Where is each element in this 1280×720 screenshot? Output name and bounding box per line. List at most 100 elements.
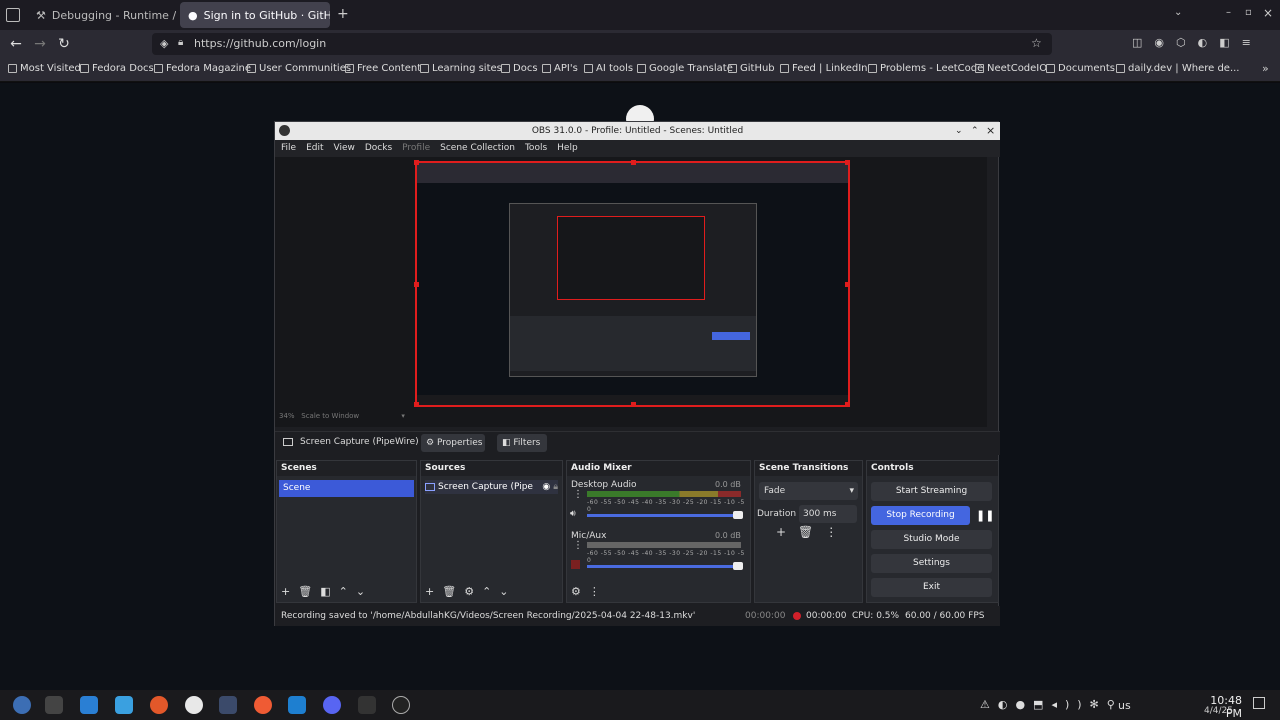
- fedora-menu-icon[interactable]: [13, 696, 31, 714]
- gear-icon[interactable]: ⚙: [571, 585, 581, 598]
- start-streaming-button[interactable]: Start Streaming: [871, 482, 992, 501]
- properties-button[interactable]: ⚙ Properties: [421, 434, 485, 452]
- clock-date[interactable]: 4/4/25: [1195, 706, 1233, 716]
- gear-icon[interactable]: ⚙: [464, 585, 474, 598]
- scene-item[interactable]: Scene: [279, 480, 414, 497]
- trash-icon[interactable]: 🗑︎: [442, 585, 456, 598]
- shield-icon[interactable]: ◈: [160, 37, 168, 50]
- discord-icon[interactable]: [323, 696, 341, 714]
- url-text[interactable]: https://github.com/login: [194, 37, 326, 50]
- keyboard-layout[interactable]: us: [1118, 699, 1131, 712]
- transition-select[interactable]: Fade ▾: [759, 482, 858, 500]
- browser-tab-debugging[interactable]: ⚒ Debugging - Runtime / thi ×: [28, 2, 176, 28]
- close-window-icon[interactable]: ×: [986, 122, 995, 140]
- stop-recording-button[interactable]: Stop Recording: [871, 506, 970, 525]
- menu-scene-collection[interactable]: Scene Collection: [440, 140, 515, 157]
- studio-mode-button[interactable]: Studio Mode: [871, 530, 992, 549]
- show-desktop-icon[interactable]: [1253, 697, 1265, 709]
- bookmark-item[interactable]: GitHub: [728, 63, 775, 74]
- browser-tab-github[interactable]: ● Sign in to GitHub · GitHub ×: [180, 2, 330, 28]
- bookmark-item[interactable]: Docs: [501, 63, 538, 74]
- back-icon[interactable]: ←: [6, 34, 26, 54]
- arrow-down-icon[interactable]: ⌄: [499, 585, 508, 598]
- mic-db: 0.0 dB: [715, 531, 741, 540]
- filter-icon[interactable]: ◧: [320, 585, 330, 598]
- menu-edit[interactable]: Edit: [306, 140, 323, 157]
- bookmark-item[interactable]: AI tools: [584, 63, 633, 74]
- task-switcher-icon[interactable]: [45, 696, 63, 714]
- duration-input[interactable]: 300 ms: [799, 505, 857, 523]
- chevron-down-icon[interactable]: ▾: [401, 412, 405, 420]
- bookmark-star-icon[interactable]: ☆: [1031, 36, 1042, 50]
- menu-docks[interactable]: Docks: [365, 140, 392, 157]
- source-item[interactable]: Screen Capture (Pipe ◉ 🔒︎: [425, 480, 558, 494]
- pause-icon[interactable]: ❚❚: [976, 509, 994, 522]
- mongodb-icon[interactable]: [185, 696, 203, 714]
- eye-icon[interactable]: ◉: [542, 480, 550, 494]
- settings-button[interactable]: Settings: [871, 554, 992, 573]
- exit-button[interactable]: Exit: [871, 578, 992, 597]
- reload-icon[interactable]: ↻: [54, 34, 74, 54]
- arrow-down-icon[interactable]: ⌄: [356, 585, 365, 598]
- bookmark-item[interactable]: Feed | LinkedIn: [780, 63, 868, 74]
- bookmark-item[interactable]: Learning sites: [420, 63, 502, 74]
- menu-tools[interactable]: Tools: [525, 140, 547, 157]
- menu-view[interactable]: View: [334, 140, 355, 157]
- kebab-menu-icon[interactable]: ⋮: [589, 585, 600, 598]
- close-window-icon[interactable]: ×: [1263, 6, 1273, 20]
- lock-icon[interactable]: 🔒︎: [178, 37, 183, 48]
- chevron-down-icon[interactable]: ⌄: [1174, 7, 1182, 18]
- postman-icon[interactable]: [254, 696, 272, 714]
- bookmark-item[interactable]: API's: [542, 63, 578, 74]
- bookmark-item[interactable]: NeetCodeIO: [975, 63, 1047, 74]
- scale-dropdown[interactable]: Scale to Window: [301, 412, 359, 420]
- mic-muted-icon[interactable]: [571, 560, 580, 569]
- desktop-audio-slider[interactable]: [587, 511, 743, 519]
- menu-file[interactable]: File: [281, 140, 296, 157]
- maximize-icon[interactable]: ▫: [1245, 7, 1252, 18]
- bookmark-item[interactable]: Most Visited: [8, 63, 81, 74]
- bookmark-item[interactable]: Problems - LeetCode: [868, 63, 983, 74]
- browser-tab-bar: ⚒ Debugging - Runtime / thi × ● Sign in …: [0, 0, 1280, 30]
- bookmark-item[interactable]: Documents: [1046, 63, 1115, 74]
- bookmark-item[interactable]: Free Content: [345, 63, 421, 74]
- firefox-icon[interactable]: [150, 696, 168, 714]
- tab-list-icon[interactable]: [6, 8, 20, 22]
- preview-canvas[interactable]: [414, 160, 850, 407]
- bookmark-item[interactable]: daily.dev | Where de...: [1116, 63, 1239, 74]
- minimize-icon[interactable]: –: [1226, 7, 1231, 18]
- kebab-menu-icon[interactable]: ⋮: [573, 489, 583, 500]
- menu-help[interactable]: Help: [557, 140, 578, 157]
- mic-slider[interactable]: [587, 562, 743, 570]
- minimize-icon[interactable]: ⌄: [955, 122, 963, 140]
- terminal-icon[interactable]: [358, 696, 376, 714]
- kebab-menu-icon[interactable]: ⋮: [573, 540, 583, 551]
- speaker-icon[interactable]: 🔊︎: [570, 509, 576, 519]
- transition-buttons[interactable]: +🗑︎⋮: [776, 525, 849, 539]
- filters-button[interactable]: ◧ Filters: [497, 434, 547, 452]
- wireshark-icon[interactable]: [219, 696, 237, 714]
- add-icon[interactable]: +: [281, 585, 290, 598]
- software-store-icon[interactable]: [80, 696, 98, 714]
- new-tab-button[interactable]: +: [337, 6, 349, 22]
- bookmark-item[interactable]: Fedora Docs: [80, 63, 154, 74]
- arrow-up-icon[interactable]: ⌃: [482, 585, 491, 598]
- system-tray-icons[interactable]: ⚠◐●⬒◂))✻⚲: [980, 698, 1123, 711]
- maximize-icon[interactable]: ⌃: [971, 122, 979, 140]
- menu-profile[interactable]: Profile: [402, 140, 430, 157]
- bookmarks-overflow-icon[interactable]: »: [1262, 62, 1269, 75]
- arrow-up-icon[interactable]: ⌃: [339, 585, 348, 598]
- chevron-down-icon: ▾: [849, 486, 854, 496]
- obs-taskbar-icon[interactable]: [392, 696, 410, 714]
- cpu-usage: CPU: 0.5%: [852, 611, 900, 621]
- vscode-icon[interactable]: [288, 696, 306, 714]
- bookmark-item[interactable]: Google Translate: [637, 63, 733, 74]
- lock-icon[interactable]: 🔒︎: [553, 480, 558, 494]
- add-icon[interactable]: +: [425, 585, 434, 598]
- bookmark-item[interactable]: Fedora Magazine: [154, 63, 251, 74]
- bookmark-item[interactable]: User Communities: [247, 63, 351, 74]
- toolbar-extensions[interactable]: ◫◉⬡◐◧≡: [1132, 36, 1263, 49]
- trash-icon[interactable]: 🗑︎: [298, 585, 312, 598]
- file-manager-icon[interactable]: [115, 696, 133, 714]
- forward-icon[interactable]: →: [30, 34, 50, 54]
